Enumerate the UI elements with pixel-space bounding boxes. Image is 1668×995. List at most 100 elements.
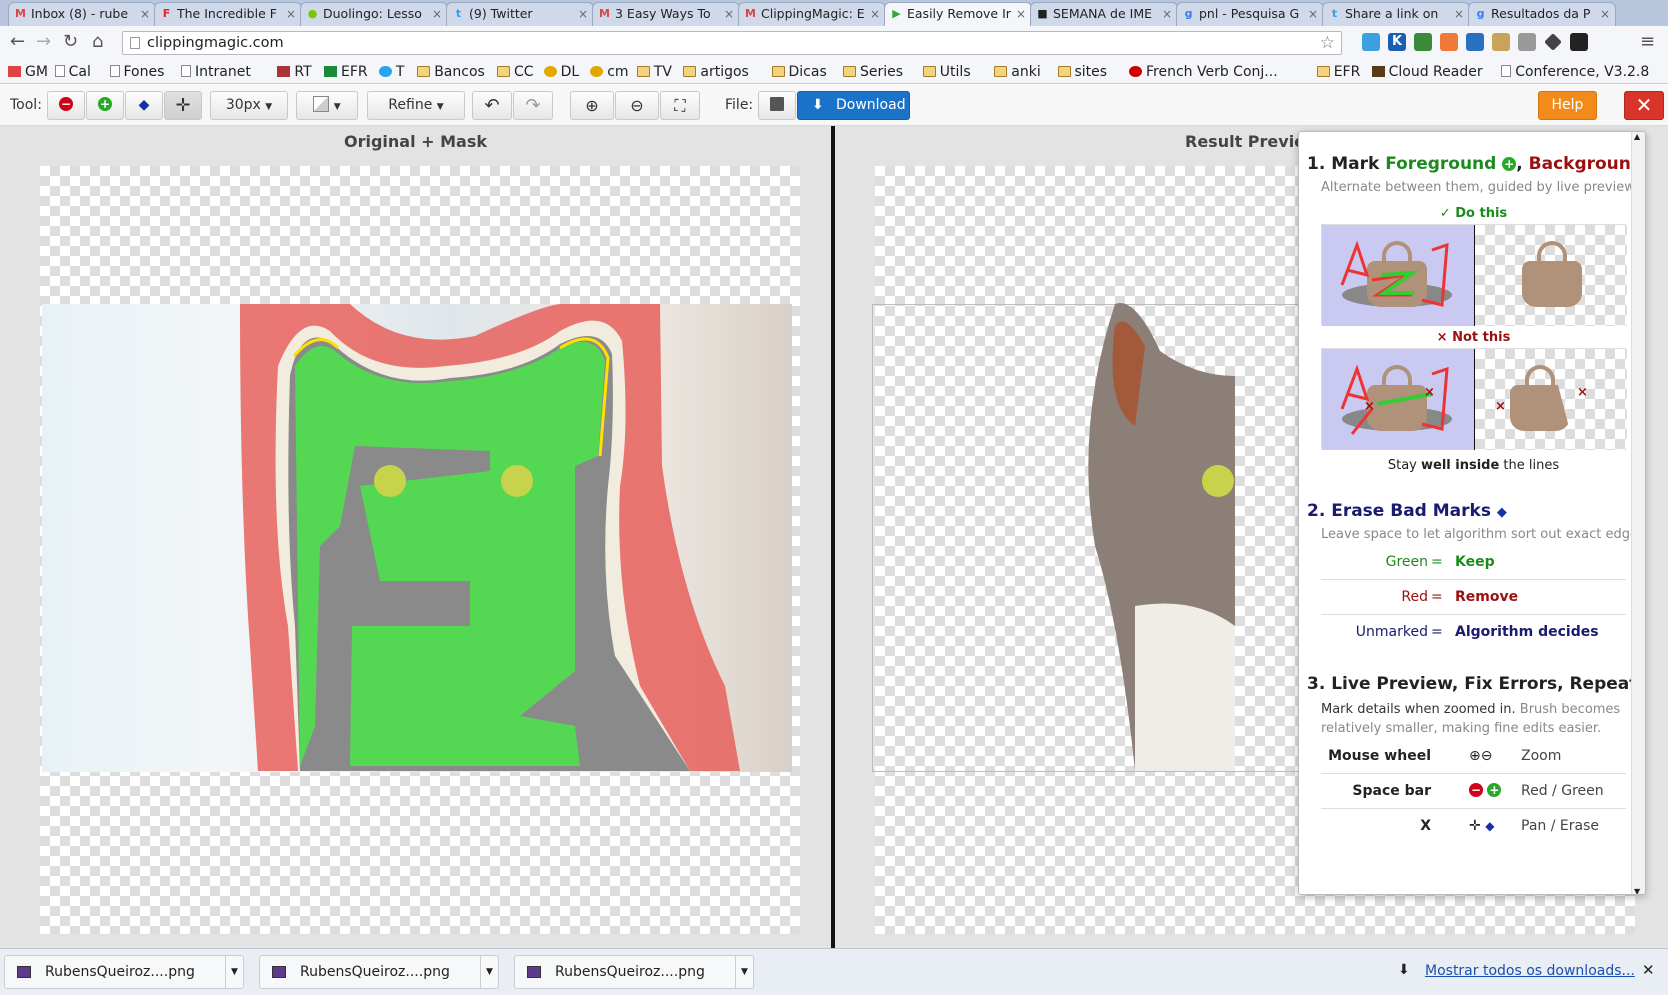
bookmark-19[interactable]: French Verb Conj... <box>1129 63 1278 81</box>
bookmark-20[interactable]: EFR <box>1316 63 1360 81</box>
scroll-up-icon[interactable]: ▲ <box>1634 132 1640 141</box>
bookmark-18[interactable]: sites <box>1057 63 1107 81</box>
minus-icon: − <box>1469 783 1483 797</box>
forward-icon[interactable]: → <box>36 32 51 52</box>
bookmark-4[interactable]: Intranet <box>181 63 251 81</box>
remove-tool-button[interactable]: − <box>47 91 85 120</box>
redo-button[interactable]: ↷ <box>513 91 553 120</box>
close-tab-icon[interactable]: × <box>1454 3 1464 25</box>
show-all-downloads-link[interactable]: Mostrar todos os downloads... <box>1425 963 1635 979</box>
tab-6[interactable]: M ClippingMagic: E × <box>738 2 886 26</box>
download-button[interactable]: ⬇ Download <box>797 91 910 120</box>
close-tab-icon[interactable]: × <box>870 3 880 25</box>
tab-8[interactable]: ■ SEMANA de IME × <box>1030 2 1178 26</box>
diamond-ext-icon[interactable] <box>1544 33 1562 51</box>
close-tab-icon[interactable]: × <box>1308 3 1318 25</box>
save-button[interactable] <box>758 91 796 120</box>
close-tab-icon[interactable]: × <box>1162 3 1172 25</box>
twitter-ext-icon[interactable] <box>1362 33 1380 51</box>
bookmark-6[interactable]: EFR <box>324 63 368 81</box>
bookmark-label: T <box>395 64 405 80</box>
download-item[interactable]: RubensQueiroz....png ▼ <box>259 955 499 989</box>
chevron-down-icon[interactable]: ▼ <box>225 956 243 988</box>
download-ext-icon[interactable] <box>1518 33 1536 51</box>
undo-button[interactable]: ↶ <box>472 91 512 120</box>
star-icon[interactable]: ☆ <box>1320 32 1335 54</box>
bookmark-14[interactable]: Dicas <box>771 63 827 81</box>
original-mask-pane[interactable]: Original + Mask <box>0 126 831 948</box>
bookmark-2[interactable]: Cal <box>54 63 91 81</box>
pan-tool-button[interactable]: ✛ <box>164 91 202 120</box>
bookmark-8[interactable]: Bancos <box>417 63 485 81</box>
help-button[interactable]: Help <box>1538 91 1597 120</box>
bookmark-16[interactable]: Utils <box>922 63 971 81</box>
close-button[interactable]: ✕ <box>1624 91 1664 120</box>
bookmark-3[interactable]: Fones <box>109 63 164 81</box>
refine-button[interactable]: Refine ▼ <box>367 91 465 120</box>
back-icon[interactable]: ← <box>10 32 25 52</box>
bookmark-10[interactable]: DL <box>543 63 579 81</box>
bookmark-13[interactable]: artigos <box>683 63 749 81</box>
bookmark-17[interactable]: anki <box>994 63 1041 81</box>
close-tab-icon[interactable]: × <box>1600 3 1610 25</box>
erase-tool-button[interactable]: ◆ <box>125 91 163 120</box>
background-select[interactable]: ▼ <box>296 91 358 120</box>
address-bar[interactable]: clippingmagic.com ☆ <box>122 31 1342 55</box>
tab-1[interactable]: M Inbox (8) - rube × <box>8 2 156 26</box>
camera-ext-icon[interactable] <box>1570 33 1588 51</box>
close-tab-icon[interactable]: × <box>1016 3 1026 25</box>
fit-button[interactable]: ⛶ <box>660 91 700 120</box>
chevron-down-icon[interactable]: ▼ <box>480 956 498 988</box>
bookmark-21[interactable]: Cloud Reader <box>1371 63 1483 81</box>
app-toolbar: Tool: − + ◆ ✛ 30px ▼ ▼ Refine ▼ ↶ ↷ ⊕ ⊖ … <box>0 85 1668 126</box>
do-this-marked <box>1322 225 1474 326</box>
reload-icon[interactable]: ↻ <box>63 32 78 52</box>
do-this-example <box>1321 224 1627 326</box>
tab-4[interactable]: t (9) Twitter × <box>446 2 594 26</box>
share-ext-icon[interactable] <box>1466 33 1484 51</box>
bookmark-22[interactable]: Conference, V3.2.8 <box>1501 63 1649 81</box>
tab-7[interactable]: ▶ Easily Remove Ir × <box>884 2 1032 26</box>
shortcut-row: Space bar − + Red / Green <box>1321 773 1626 809</box>
close-tab-icon[interactable]: × <box>578 3 588 25</box>
close-tab-icon[interactable]: × <box>286 3 296 25</box>
close-tab-icon[interactable]: × <box>724 3 734 25</box>
bookmark-1[interactable]: GM <box>8 63 48 81</box>
bookmark-5[interactable]: RT <box>277 63 312 81</box>
tab-10[interactable]: t Share a link on × <box>1322 2 1470 26</box>
tab-2[interactable]: F The Incredible F × <box>154 2 302 26</box>
tab-9[interactable]: g pnl - Pesquisa G × <box>1176 2 1324 26</box>
evernote-ext-icon[interactable] <box>1414 33 1432 51</box>
add-ext-icon[interactable] <box>1440 33 1458 51</box>
bookmark-12[interactable]: TV <box>636 63 672 81</box>
keep-tool-button[interactable]: + <box>86 91 124 120</box>
help-scrollbar[interactable]: ▲ ▼ <box>1631 132 1645 894</box>
bookmark-9[interactable]: CC <box>497 63 534 81</box>
scroll-down-icon[interactable]: ▼ <box>1634 887 1640 894</box>
cookie-ext-icon[interactable] <box>1492 33 1510 51</box>
brush-size-select[interactable]: 30px ▼ <box>210 91 288 120</box>
legend-value: Keep <box>1455 554 1495 570</box>
klout-ext-icon[interactable]: K <box>1388 33 1406 51</box>
folder-icon <box>1057 66 1071 77</box>
pan-icon: ✛ <box>1469 818 1481 834</box>
download-item[interactable]: RubensQueiroz....png ▼ <box>4 955 244 989</box>
close-tab-icon[interactable]: × <box>140 3 150 25</box>
bookmark-11[interactable]: cm <box>590 63 629 81</box>
tab-11[interactable]: g Resultados da P × <box>1468 2 1616 26</box>
tab-5[interactable]: M 3 Easy Ways To × <box>592 2 740 26</box>
tab-3[interactable]: ● Duolingo: Lesso × <box>300 2 448 26</box>
chevron-down-icon[interactable]: ▼ <box>735 956 753 988</box>
close-download-bar-icon[interactable]: ✕ <box>1642 961 1655 979</box>
zoom-out-button[interactable]: ⊖ <box>615 91 659 120</box>
bookmark-7[interactable]: T <box>378 63 405 81</box>
home-icon[interactable]: ⌂ <box>92 32 103 52</box>
menu-icon[interactable]: ≡ <box>1640 32 1655 52</box>
step3-sub-a: Mark details when zoomed in. <box>1321 702 1516 717</box>
zoom-in-button[interactable]: ⊕ <box>570 91 614 120</box>
bookmark-label: anki <box>1011 64 1041 80</box>
download-item[interactable]: RubensQueiroz....png ▼ <box>514 955 754 989</box>
bag-icon <box>1510 385 1570 431</box>
close-tab-icon[interactable]: × <box>432 3 442 25</box>
bookmark-15[interactable]: Series <box>843 63 903 81</box>
